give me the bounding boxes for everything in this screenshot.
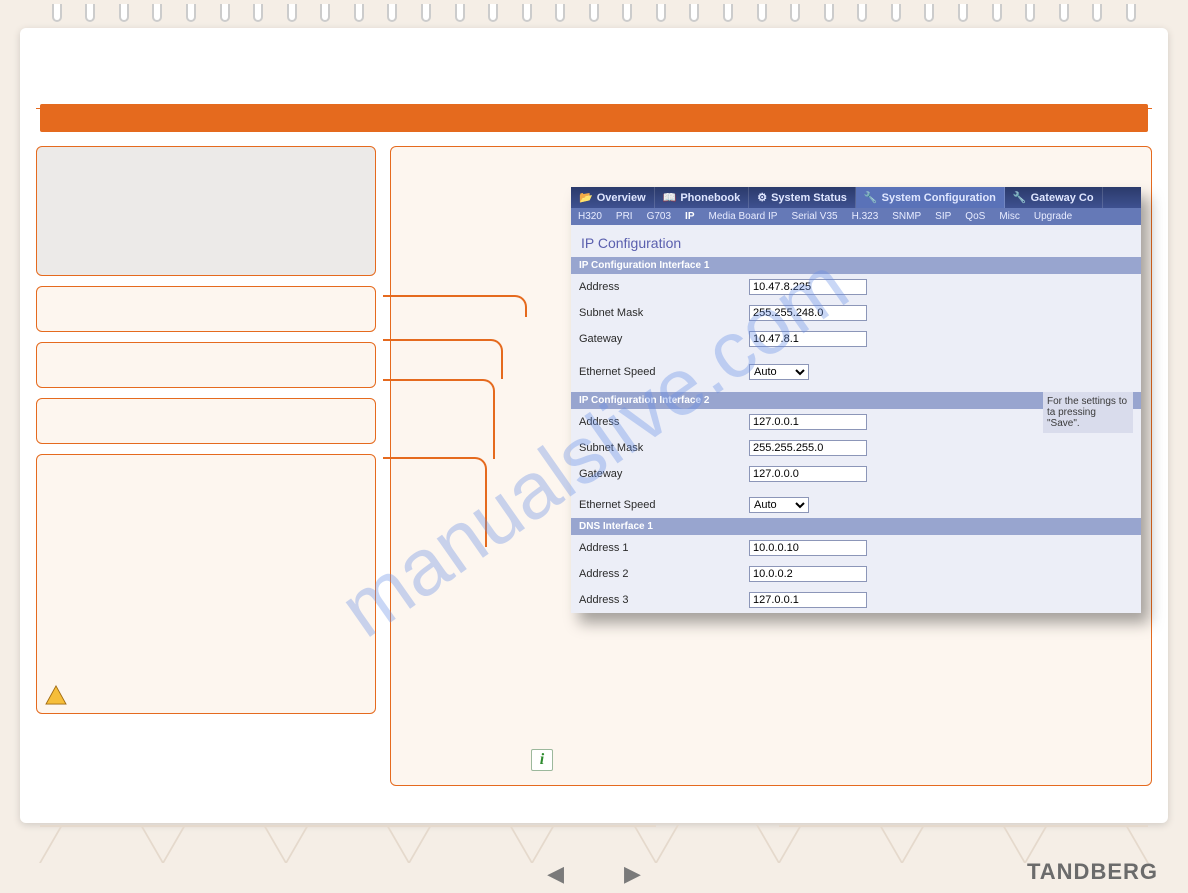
if2-subnet-row: Subnet Mask [571,435,1141,461]
subtab-sip[interactable]: SIP [928,208,958,225]
next-page-arrow[interactable]: ▶ [624,861,641,887]
info-icon: i [531,749,553,771]
dns-addr3-input[interactable] [749,592,867,608]
left-column [36,146,376,786]
dns-addr1-row: Address 1 [571,535,1141,561]
spiral-binding [0,0,1188,30]
field-label: Address 3 [579,594,749,606]
if1-gateway-row: Gateway [571,326,1141,352]
if2-gateway-row: Gateway [571,461,1141,487]
connector [383,457,487,547]
tab-system-status[interactable]: ⚙System Status [749,187,856,208]
if2-gateway-input[interactable] [749,466,867,482]
if1-address-input[interactable] [749,279,867,295]
tab-label: System Configuration [882,192,996,204]
tab-label: Phonebook [680,192,740,204]
if1-gateway-input[interactable] [749,331,867,347]
tab-label: Gateway Co [1031,192,1094,204]
main-tabbar: 📂Overview 📖Phonebook ⚙System Status 🔧Sys… [571,187,1141,208]
brand-logo: TANDBERG [1027,859,1158,885]
subtab-qos[interactable]: QoS [958,208,992,225]
tab-phonebook[interactable]: 📖Phonebook [655,187,750,208]
tab-label: Overview [597,192,646,204]
subtab-pri[interactable]: PRI [609,208,640,225]
field-label: Gateway [579,468,749,480]
subtab-snmp[interactable]: SNMP [885,208,928,225]
dns-addr1-input[interactable] [749,540,867,556]
connector [383,295,527,317]
note-box-5 [36,454,376,714]
if1-subnet-input[interactable] [749,305,867,321]
field-label: Gateway [579,333,749,345]
tab-label: System Status [771,192,847,204]
note-box-4 [36,398,376,444]
if2-address-input[interactable] [749,414,867,430]
field-label: Address [579,416,749,428]
subtab-media-board-ip[interactable]: Media Board IP [702,208,785,225]
config-screenshot: 📂Overview 📖Phonebook ⚙System Status 🔧Sys… [571,187,1141,613]
note-box-1 [36,146,376,276]
panel-title: IP Configuration [571,225,1141,257]
note-box-2 [36,286,376,332]
tab-system-configuration[interactable]: 🔧System Configuration [856,187,1005,208]
if1-speed-row: Ethernet Speed Auto [571,352,1141,392]
subtab-serial-v35[interactable]: Serial V35 [784,208,844,225]
subtab-ip[interactable]: IP [678,208,701,225]
subtab-misc[interactable]: Misc [992,208,1027,225]
connector [383,379,495,459]
if1-subnet-row: Subnet Mask [571,300,1141,326]
section-dns-header: DNS Interface 1 [571,518,1141,535]
bottom-section-tabs [40,825,1148,863]
field-label: Address 2 [579,568,749,580]
field-label: Ethernet Speed [579,366,749,378]
subtab-h320[interactable]: H320 [571,208,609,225]
connector [383,339,503,379]
note-box-3 [36,342,376,388]
if2-speed-row: Ethernet Speed Auto [571,487,1141,518]
field-label: Address 1 [579,542,749,554]
if2-subnet-input[interactable] [749,440,867,456]
subtab-h323[interactable]: H.323 [845,208,886,225]
field-label: Address [579,281,749,293]
dns-addr2-input[interactable] [749,566,867,582]
section-if1-header: IP Configuration Interface 1 [571,257,1141,274]
subtab-upgrade[interactable]: Upgrade [1027,208,1079,225]
subtab-g703[interactable]: G703 [640,208,678,225]
field-label: Subnet Mask [579,442,749,454]
save-note: For the settings to ta pressing "Save". [1043,392,1133,433]
sub-tabbar: H320 PRI G703 IP Media Board IP Serial V… [571,208,1141,225]
dns-addr3-row: Address 3 [571,587,1141,613]
field-label: Subnet Mask [579,307,749,319]
page-card: 📂Overview 📖Phonebook ⚙System Status 🔧Sys… [20,28,1168,823]
warning-icon [45,685,67,705]
page-nav: ◀ ▶ [547,861,641,887]
field-label: Ethernet Speed [579,499,749,511]
if1-speed-select[interactable]: Auto [749,364,809,380]
prev-page-arrow[interactable]: ◀ [547,861,564,887]
dns-addr2-row: Address 2 [571,561,1141,587]
tab-overview[interactable]: 📂Overview [571,187,655,208]
divider [36,108,1152,109]
tab-gateway[interactable]: 🔧Gateway Co [1005,187,1103,208]
right-column: 📂Overview 📖Phonebook ⚙System Status 🔧Sys… [390,146,1152,786]
if2-speed-select[interactable]: Auto [749,497,809,513]
if1-address-row: Address [571,274,1141,300]
